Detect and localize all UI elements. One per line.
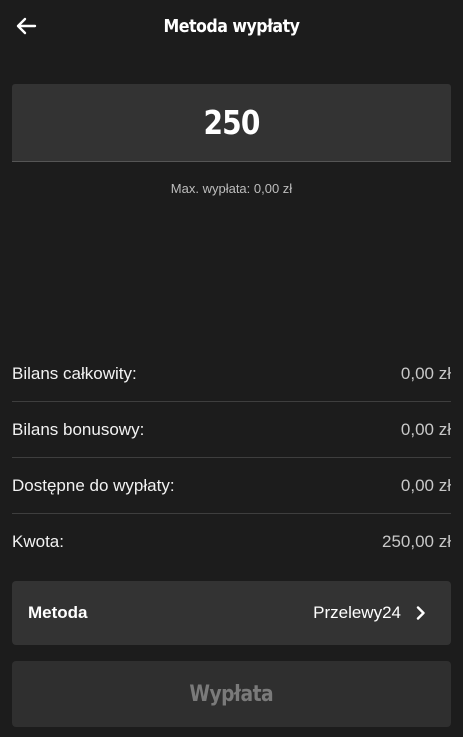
amount-field-container — [12, 84, 451, 162]
header: Metoda wypłaty — [0, 0, 463, 56]
summary-label: Dostępne do wypłaty: — [12, 475, 175, 495]
withdraw-button[interactable]: Wypłata — [12, 661, 451, 727]
method-right: Przelewy24 — [313, 603, 427, 623]
withdraw-button-label: Wypłata — [189, 681, 274, 707]
method-value: Przelewy24 — [313, 603, 401, 622]
summary-label: Bilans bonusowy: — [12, 419, 145, 439]
summary-label: Kwota: — [12, 532, 64, 551]
summary-label: Bilans całkowity: — [12, 363, 137, 383]
payment-method-selector[interactable]: Metoda Przelewy24 — [12, 581, 451, 645]
summary-value: 250,00 zł — [382, 532, 451, 551]
summary-row-total-balance: Bilans całkowity: 0,00 zł — [12, 346, 451, 402]
chevron-right-icon — [415, 606, 427, 620]
method-label: Metoda — [28, 603, 88, 622]
balance-summary: Bilans całkowity: 0,00 zł Bilans bonusow… — [12, 346, 451, 570]
amount-input[interactable] — [44, 84, 419, 161]
summary-value: 0,00 zł — [400, 475, 451, 495]
summary-row-amount: Kwota: 250,00 zł — [12, 514, 451, 570]
summary-value: 0,00 zł — [400, 419, 451, 439]
max-withdrawal-note: Max. wypłata: 0,00 zł — [170, 181, 293, 196]
summary-value: 0,00 zł — [400, 363, 451, 383]
summary-row-bonus-balance: Bilans bonusowy: 0,00 zł — [12, 402, 451, 458]
summary-row-available: Dostępne do wypłaty: 0,00 zł — [12, 458, 451, 514]
page-title: Metoda wypłaty — [163, 16, 300, 37]
